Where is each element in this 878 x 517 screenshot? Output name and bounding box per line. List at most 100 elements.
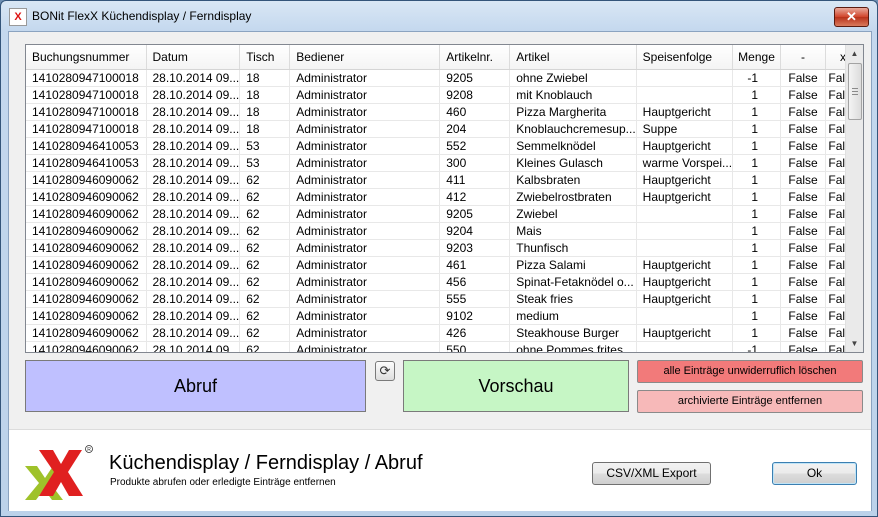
table-row[interactable]: 1410280946090062 28.10.2014 09... 62 Admini… (26, 307, 862, 325)
scroll-up-arrow-icon[interactable]: ▲ (846, 45, 863, 62)
cell-course (636, 307, 734, 325)
scrollbar-thumb[interactable] (848, 63, 862, 120)
app-icon[interactable]: X (9, 8, 27, 26)
csv-xml-export-button[interactable]: CSV/XML Export (592, 462, 711, 485)
cell-minus-flag: False (780, 120, 827, 138)
cell-article-number: 552 (439, 137, 511, 155)
table-row[interactable]: 1410280946090062 28.10.2014 09... 62 Admini… (26, 239, 862, 257)
column-header-quantity[interactable]: Menge (732, 45, 782, 70)
cell-date: 28.10.2014 09... (146, 324, 241, 342)
cell-quantity: 1 (732, 86, 782, 104)
cell-article: Thunfisch (509, 239, 637, 257)
cell-quantity: 1 (732, 171, 782, 189)
cell-article: ohne Zwiebel (509, 69, 637, 87)
table-row[interactable]: 1410280946410053 28.10.2014 09... 53 Admini… (26, 154, 862, 172)
title-bar[interactable]: X BONit FlexX Küchendisplay / Ferndispla… (1, 1, 877, 31)
table-row[interactable]: 1410280946090062 28.10.2014 09... 62 Admini… (26, 324, 862, 342)
cell-booking-number: 1410280946090062 (26, 188, 147, 206)
cell-article-number: 9204 (439, 222, 511, 240)
cell-quantity: -1 (732, 341, 782, 352)
cell-article: Pizza Salami (509, 256, 637, 274)
column-header-booking-number[interactable]: Buchungsnummer (26, 45, 147, 70)
cell-booking-number: 1410280946090062 (26, 290, 147, 308)
cell-booking-number: 1410280947100018 (26, 103, 147, 121)
cell-minus-flag: False (780, 222, 827, 240)
cell-table-number: 62 (239, 307, 291, 325)
abruf-button[interactable]: Abruf (25, 360, 366, 412)
column-header-article[interactable]: Artikel (509, 45, 637, 70)
cell-article: Semmelknödel (509, 137, 637, 155)
column-header-article-number[interactable]: Artikelnr. (439, 45, 511, 70)
cell-table-number: 18 (239, 86, 291, 104)
cell-article-number: 9102 (439, 307, 511, 325)
cell-minus-flag: False (780, 154, 827, 172)
cell-booking-number: 1410280946090062 (26, 307, 147, 325)
cell-date: 28.10.2014 09... (146, 154, 241, 172)
cell-quantity: 1 (732, 239, 782, 257)
main-window: X BONit FlexX Küchendisplay / Ferndispla… (0, 0, 878, 517)
cell-course: Hauptgericht (636, 273, 734, 291)
table-row[interactable]: 1410280946090062 28.10.2014 09... 62 Admini… (26, 273, 862, 291)
table-row[interactable]: 1410280946090062 28.10.2014 09... 62 Admini… (26, 171, 862, 189)
cell-operator: Administrator (289, 290, 441, 308)
cell-quantity: 1 (732, 154, 782, 172)
cell-table-number: 62 (239, 188, 291, 206)
column-header-table-number[interactable]: Tisch (239, 45, 291, 70)
cell-article: Spinat-Fetaknödel o... (509, 273, 637, 291)
cell-operator: Administrator (289, 154, 441, 172)
table-row[interactable]: 1410280946090062 28.10.2014 09... 62 Admini… (26, 290, 862, 308)
table-row[interactable]: 1410280946090062 28.10.2014 09... 62 Admini… (26, 341, 862, 352)
remove-archived-entries-button[interactable]: archivierte Einträge entfernen (637, 390, 863, 413)
table-row[interactable]: 1410280946090062 28.10.2014 09... 62 Admini… (26, 205, 862, 223)
cell-course (636, 86, 734, 104)
vertical-scrollbar[interactable]: ▲ ▼ (845, 45, 863, 352)
scroll-down-arrow-icon[interactable]: ▼ (846, 335, 863, 352)
cell-booking-number: 1410280947100018 (26, 86, 147, 104)
cell-booking-number: 1410280946090062 (26, 324, 147, 342)
cell-minus-flag: False (780, 205, 827, 223)
cell-table-number: 62 (239, 290, 291, 308)
svg-text:R: R (87, 447, 91, 453)
cell-date: 28.10.2014 09... (146, 137, 241, 155)
cell-booking-number: 1410280946090062 (26, 239, 147, 257)
cell-article: Steakhouse Burger (509, 324, 637, 342)
column-header-operator[interactable]: Bediener (289, 45, 441, 70)
column-header-course[interactable]: Speisenfolge (636, 45, 734, 70)
table-row[interactable]: 1410280946090062 28.10.2014 09... 62 Admini… (26, 188, 862, 206)
close-button[interactable]: ✕ (834, 7, 869, 27)
vorschau-button[interactable]: Vorschau (403, 360, 629, 412)
table-row[interactable]: 1410280947100018 28.10.2014 09... 18 Admini… (26, 86, 862, 104)
table-row[interactable]: 1410280946090062 28.10.2014 09... 62 Admini… (26, 222, 862, 240)
cell-course (636, 205, 734, 223)
cell-article-number: 9208 (439, 86, 511, 104)
cell-minus-flag: False (780, 307, 827, 325)
table-row[interactable]: 1410280946090062 28.10.2014 09... 62 Admini… (26, 256, 862, 274)
delete-all-entries-button[interactable]: alle Einträge unwiderruflich löschen (637, 360, 863, 383)
cell-quantity: -1 (732, 69, 782, 87)
cell-quantity: 1 (732, 307, 782, 325)
cell-booking-number: 1410280946090062 (26, 273, 147, 291)
ok-button[interactable]: Ok (772, 462, 857, 485)
cell-table-number: 62 (239, 273, 291, 291)
column-header-date[interactable]: Datum (146, 45, 241, 70)
cell-minus-flag: False (780, 256, 827, 274)
orders-grid[interactable]: Buchungsnummer Datum Tisch Bediener Artikeln… (25, 44, 864, 353)
cell-quantity: 1 (732, 290, 782, 308)
flexx-logo: R (25, 445, 93, 500)
column-header-minus-flag[interactable]: - (780, 45, 827, 70)
cell-booking-number: 1410280946090062 (26, 205, 147, 223)
cell-date: 28.10.2014 09... (146, 239, 241, 257)
refresh-button[interactable]: ⟳ (375, 361, 395, 381)
table-row[interactable]: 1410280946410053 28.10.2014 09... 53 Admini… (26, 137, 862, 155)
table-row[interactable]: 1410280947100018 28.10.2014 09... 18 Admini… (26, 69, 862, 87)
table-row[interactable]: 1410280947100018 28.10.2014 09... 18 Admini… (26, 103, 862, 121)
cell-operator: Administrator (289, 324, 441, 342)
table-row[interactable]: 1410280947100018 28.10.2014 09... 18 Admini… (26, 120, 862, 138)
cell-course (636, 239, 734, 257)
cell-table-number: 62 (239, 256, 291, 274)
cell-minus-flag: False (780, 86, 827, 104)
cell-date: 28.10.2014 09... (146, 120, 241, 138)
cell-table-number: 53 (239, 154, 291, 172)
cell-quantity: 1 (732, 324, 782, 342)
cell-operator: Administrator (289, 205, 441, 223)
